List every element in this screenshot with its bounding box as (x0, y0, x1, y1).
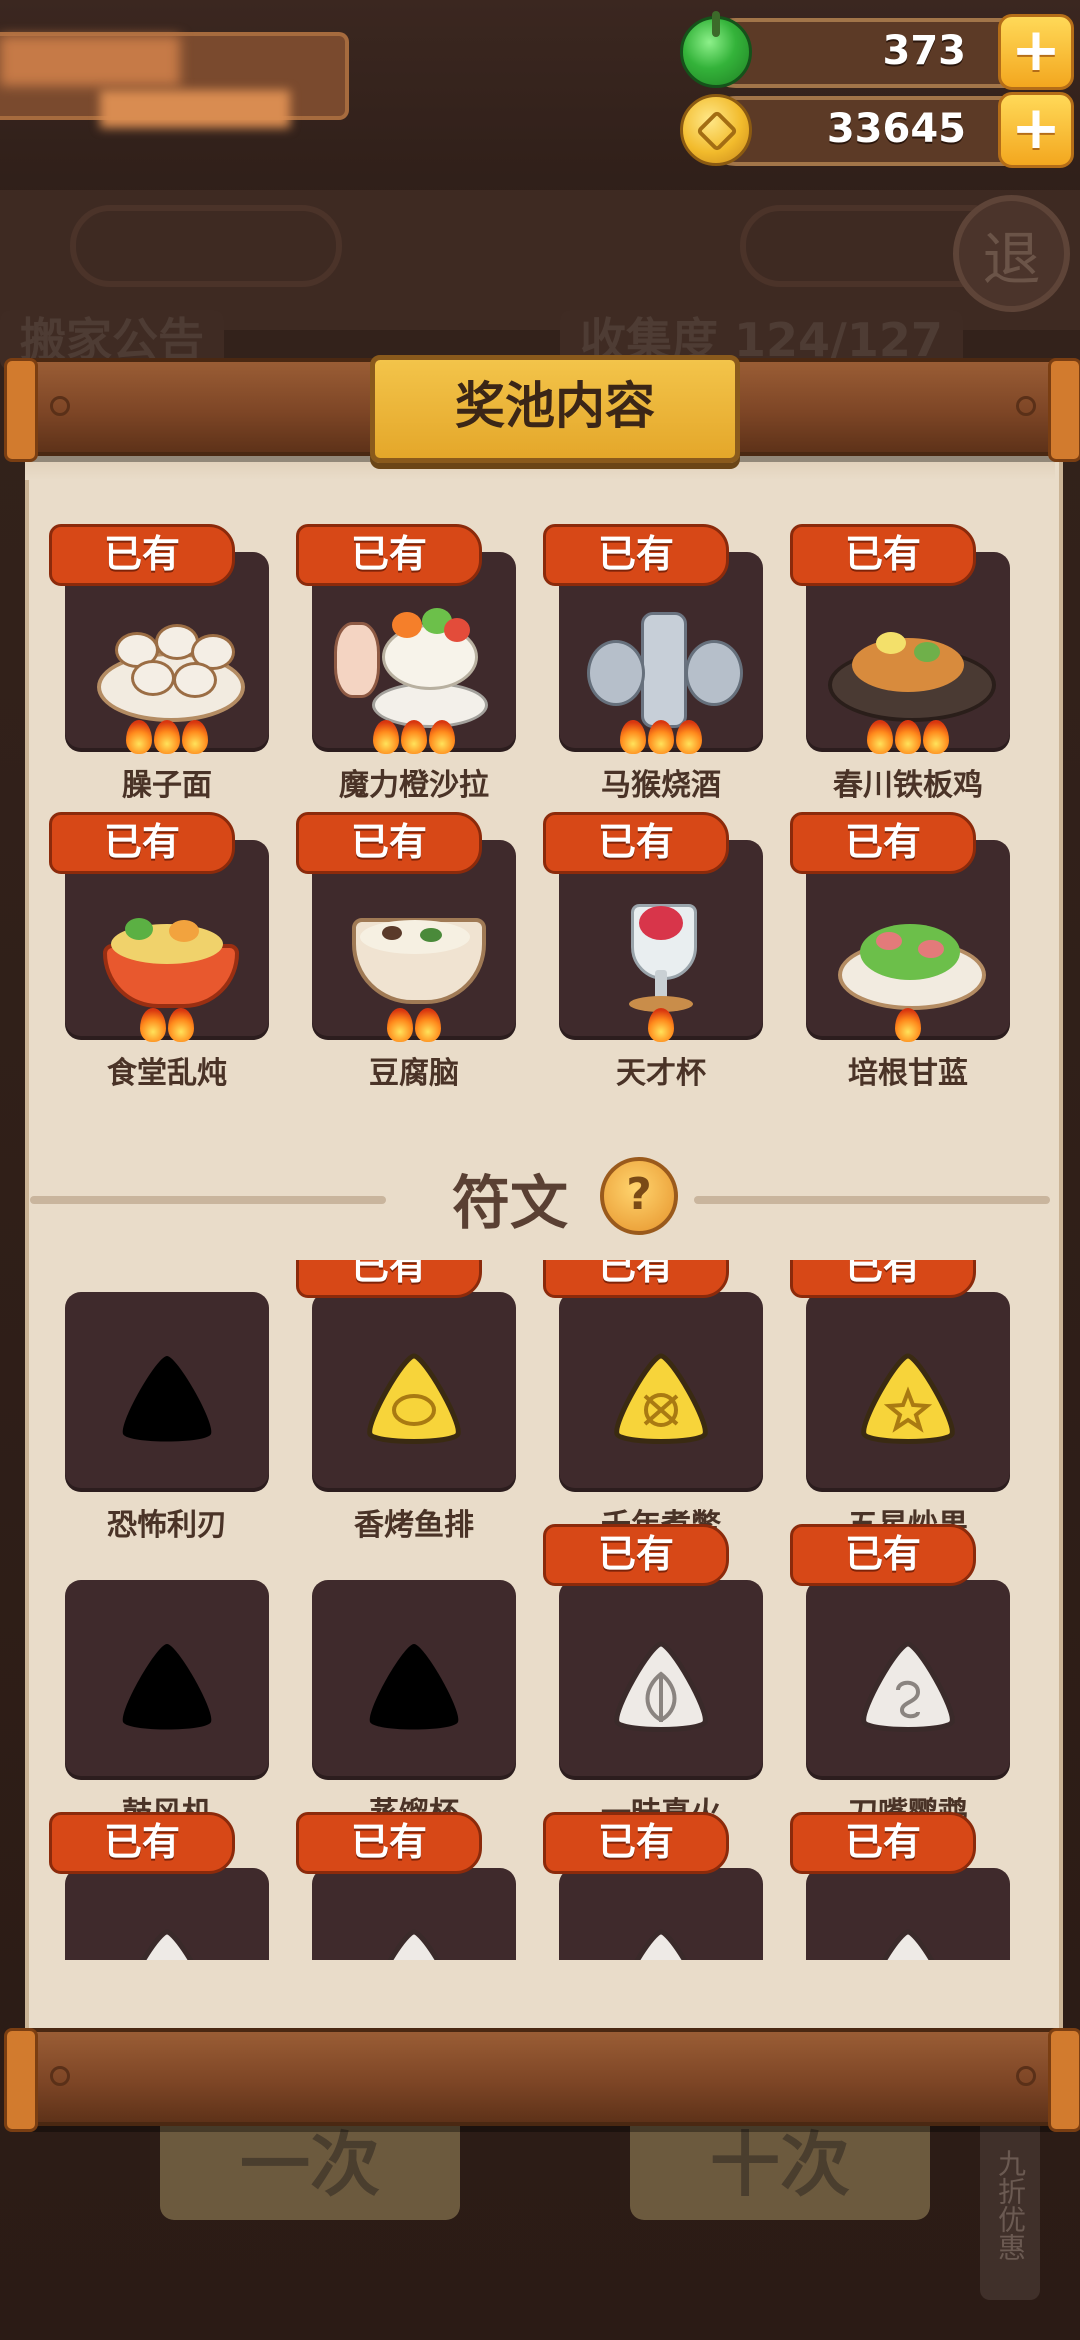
owned-badge: 已有 (790, 812, 976, 874)
runes-grid[interactable]: 恐怖利刃 已有 香烤鱼排 已有 千年煮鳖 已有 五星炒果 (25, 1260, 1055, 1960)
owned-badge: 已有 (543, 1260, 729, 1298)
section-divider-right (694, 1196, 1050, 1204)
locked-rune-icon (362, 1640, 466, 1732)
blurred-player-name (0, 36, 180, 86)
turtle-rune-icon (609, 1352, 713, 1444)
gem-amount: 373 (882, 28, 967, 74)
heat-level (65, 720, 269, 756)
panel-title: 奖池内容 (455, 377, 655, 435)
owned-badge: 已有 (790, 1812, 976, 1874)
owned-badge: 已有 (296, 1812, 482, 1874)
locked-rune-icon (115, 1352, 219, 1444)
heat-level (806, 720, 1010, 756)
rune-card (806, 1292, 1010, 1492)
rune-card (312, 1580, 516, 1780)
gem-icon (680, 11, 752, 88)
background-ornament (70, 205, 342, 287)
silver-rune-icon (115, 1928, 219, 1960)
dish-name: 食堂乱炖 (107, 1056, 227, 1091)
owned-badge: 已有 (543, 812, 729, 874)
dish-name: 培根甘蓝 (848, 1056, 968, 1091)
blurred-player-info (100, 90, 290, 128)
rune-card (559, 1868, 763, 1960)
heat-level (312, 720, 516, 756)
rune-card (806, 1580, 1010, 1780)
owned-badge: 已有 (543, 1524, 729, 1586)
draw-once-button[interactable]: 一次 (160, 2110, 460, 2220)
heat-level (65, 1008, 269, 1044)
heat-level (806, 1008, 1010, 1044)
silver-rune-icon (362, 1928, 466, 1960)
locked-rune-icon (115, 1640, 219, 1732)
add-gems-button[interactable]: + (998, 14, 1074, 90)
scroll-rod-bottom (4, 2028, 1080, 2132)
owned-badge: 已有 (790, 1260, 976, 1298)
dish-name: 马猴烧酒 (601, 768, 721, 803)
gem-counter: 373 + (680, 11, 1074, 90)
rune-name: 恐怖利刃 (107, 1508, 227, 1543)
discount-tag: 九折优惠 (980, 2110, 1040, 2300)
rune-card (559, 1580, 763, 1780)
rune-card (559, 1292, 763, 1492)
add-coins-button[interactable]: + (998, 92, 1074, 168)
heat-level (559, 720, 763, 756)
owned-badge: 已有 (49, 1812, 235, 1874)
coin-amount: 33645 (826, 106, 966, 152)
rune-card (312, 1868, 516, 1960)
exit-button[interactable]: 退 (953, 195, 1070, 312)
section-divider-left (30, 1196, 386, 1204)
runes-section-title: 符文 (451, 1169, 568, 1237)
owned-badge: 已有 (49, 524, 235, 586)
owned-badge: 已有 (543, 524, 729, 586)
fish-rune-icon (362, 1352, 466, 1444)
rune-card (65, 1580, 269, 1780)
leaf-rune-icon (609, 1640, 713, 1732)
owned-badge: 已有 (543, 1812, 729, 1874)
rune-card (806, 1868, 1010, 1960)
owned-badge: 已有 (296, 1260, 482, 1298)
owned-badge: 已有 (790, 524, 976, 586)
owned-badge: 已有 (296, 812, 482, 874)
rune-name: 香烤鱼排 (354, 1508, 474, 1543)
dish-name: 臊子面 (122, 768, 212, 803)
star-rune-icon (856, 1352, 960, 1444)
runes-help-button[interactable]: ? (600, 1157, 678, 1235)
heat-level (559, 1008, 763, 1044)
silver-rune-icon (856, 1928, 960, 1960)
rune-card (65, 1868, 269, 1960)
dish-name: 魔力橙沙拉 (339, 768, 489, 803)
dish-name: 豆腐脑 (369, 1056, 459, 1091)
coin-counter: 33645 + (680, 92, 1074, 168)
dish-name: 天才杯 (616, 1056, 706, 1091)
silver-rune-icon (609, 1928, 713, 1960)
draw-ten-button[interactable]: 十次 (630, 2110, 930, 2220)
owned-badge: 已有 (49, 812, 235, 874)
coin-icon (680, 94, 752, 166)
rune-card (65, 1292, 269, 1492)
dish-image-monkey-liquor (641, 612, 687, 728)
heat-level (312, 1008, 516, 1044)
rune-card (312, 1292, 516, 1492)
parrot-rune-icon (856, 1640, 960, 1732)
owned-badge: 已有 (790, 1524, 976, 1586)
owned-badge: 已有 (296, 524, 482, 586)
dish-name: 春川铁板鸡 (833, 768, 983, 803)
